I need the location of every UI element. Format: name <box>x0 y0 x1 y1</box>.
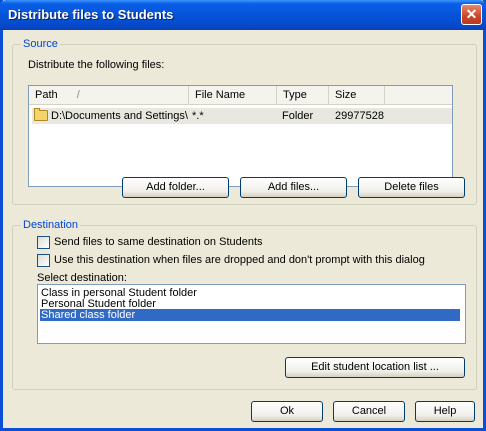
source-caption: Distribute the following files: <box>28 59 165 71</box>
column-path-label: Path <box>35 89 58 101</box>
ok-button[interactable]: Ok <box>251 401 323 422</box>
column-size[interactable]: Size <box>329 86 385 104</box>
cancel-button[interactable]: Cancel <box>333 401 405 422</box>
row-size: 29977528 <box>335 110 384 122</box>
row-type: Folder <box>282 110 314 122</box>
sort-indicator-icon: / <box>76 89 80 101</box>
window-title: Distribute files to Students <box>8 7 174 22</box>
destination-legend: Destination <box>21 219 81 231</box>
dialog-window: Distribute files to Students ✕ Source Di… <box>0 0 486 431</box>
column-file-name[interactable]: File Name <box>189 86 277 104</box>
column-path[interactable]: Path / <box>29 86 189 104</box>
same-destination-label[interactable]: Send files to same destination on Studen… <box>54 236 263 248</box>
source-group: Source Distribute the following files: P… <box>12 38 477 205</box>
folder-icon <box>34 108 48 121</box>
file-list[interactable]: Path / File Name Type Size D:\Documents … <box>28 85 453 187</box>
row-file-name: *.* <box>192 110 204 122</box>
column-type[interactable]: Type <box>277 86 329 104</box>
destination-item-shared-class[interactable]: Shared class folder <box>40 309 460 321</box>
file-row[interactable]: D:\Documents and Settings\... *.* Folder… <box>32 108 452 124</box>
destination-list[interactable]: Class in personal Student folder Persona… <box>37 284 466 344</box>
help-button[interactable]: Help <box>415 401 475 422</box>
select-destination-label: Select destination: <box>37 272 127 284</box>
no-prompt-label[interactable]: Use this destination when files are drop… <box>54 254 425 266</box>
file-list-header: Path / File Name Type Size <box>29 86 452 105</box>
delete-files-button[interactable]: Delete files <box>358 177 465 198</box>
row-path: D:\Documents and Settings\... <box>51 110 189 122</box>
edit-student-location-button[interactable]: Edit student location list ... <box>285 357 465 378</box>
same-destination-checkbox[interactable] <box>37 236 50 249</box>
add-files-button[interactable]: Add files... <box>240 177 347 198</box>
source-legend: Source <box>21 38 60 50</box>
close-button[interactable]: ✕ <box>461 4 482 25</box>
destination-group: Destination Send files to same destinati… <box>12 219 477 390</box>
title-bar[interactable]: Distribute files to Students ✕ <box>0 0 486 30</box>
no-prompt-checkbox[interactable] <box>37 254 50 267</box>
add-folder-button[interactable]: Add folder... <box>122 177 229 198</box>
